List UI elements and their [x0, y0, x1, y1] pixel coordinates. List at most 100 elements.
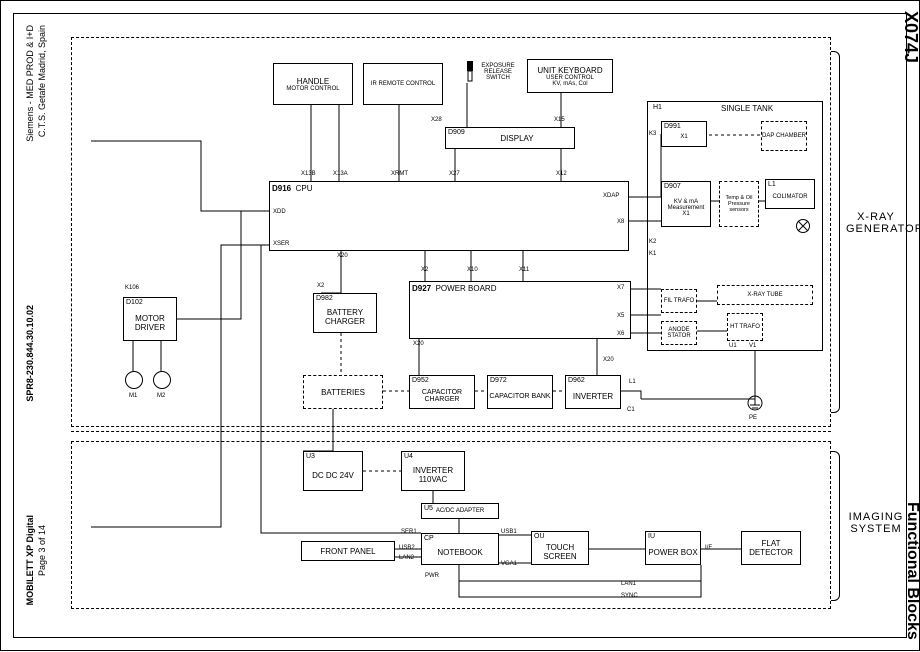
- ht-trafo: HT TRAFO: [727, 313, 763, 341]
- d907: D907 KV & mA MeasurementX1: [661, 181, 711, 227]
- bc-id: D982: [316, 295, 333, 302]
- acdc-name: AC/DC ADAPTER: [436, 508, 484, 514]
- k1: K1: [649, 251, 656, 257]
- ser1: SER1: [401, 529, 417, 535]
- cc-id: D952: [412, 377, 429, 384]
- batteries: BATTERIES: [303, 375, 383, 409]
- acdc: U5AC/DC ADAPTER: [421, 503, 499, 519]
- ir-remote: IR REMOTE CONTROL: [363, 63, 443, 105]
- pb-name: POWER BOARD: [436, 284, 497, 293]
- x28: X28: [431, 117, 442, 123]
- spr: SPR8-230.844.30.10.02: [25, 305, 35, 402]
- x10: X10: [467, 267, 478, 273]
- m2-circle: [153, 371, 171, 389]
- unit-kb-sub: USER CONTROL KV, mAs, Col: [546, 75, 594, 87]
- inv110: U4INVERTER 110VAC: [401, 451, 465, 491]
- inv-name: INVERTER: [573, 392, 613, 401]
- m1: M1: [129, 393, 137, 399]
- location: C.T.S. Getafe Madrid, Spain: [37, 25, 47, 137]
- c1: C1: [627, 407, 635, 413]
- handle-sub: MOTOR CONTROL: [286, 86, 339, 92]
- lan2: LAN2: [399, 555, 414, 561]
- colimator: L1 COLIMATOR: [765, 179, 815, 209]
- inv110-id: U4: [404, 453, 413, 460]
- notebook: CPNOTEBOOK: [421, 533, 499, 565]
- pbx-id: IU: [648, 533, 655, 540]
- k2: K2: [649, 239, 656, 245]
- temp-sensors: Temp & Oil Pressure sensors: [719, 181, 759, 227]
- motor-driver: D102 MOTOR DRIVER: [123, 297, 177, 341]
- front-panel: FRONT PANEL: [301, 541, 395, 561]
- single-tank-label: SINGLE TANK: [721, 104, 773, 113]
- plug-icon: [463, 61, 477, 83]
- dcdc: U3DC DC 24V: [303, 451, 363, 491]
- exposure-label: EXPOSURE RELEASE SWITCH: [477, 63, 519, 81]
- lan1: LAN1: [621, 581, 636, 587]
- m2: M2: [157, 393, 165, 399]
- page: Page 3 of 14: [37, 525, 47, 576]
- nb-name: NOTEBOOK: [437, 548, 482, 557]
- d907-id: D907: [664, 183, 681, 190]
- x13b: X13B: [301, 171, 316, 177]
- usb1: USB1: [501, 529, 517, 535]
- lamp-x: [796, 219, 810, 233]
- l1-id: L1: [768, 181, 776, 188]
- xray-tube: X-RAY TUBE: [717, 285, 813, 305]
- dcdc-name: DC DC 24V: [312, 471, 354, 480]
- x20c: X20: [603, 357, 614, 363]
- anode-stator: ANODE STATOR: [661, 321, 697, 345]
- colimator-label: COLIMATOR: [772, 194, 807, 200]
- x7: X7: [617, 285, 624, 291]
- x2b: X2: [317, 283, 324, 289]
- cap-charger: D952 CAPACITOR CHARGER: [409, 375, 475, 409]
- x27: X27: [449, 171, 460, 177]
- company: Siemens - MED PROD & I+D: [25, 25, 35, 142]
- md-id: D102: [126, 299, 143, 306]
- model: MOBILETT XP Digital: [25, 515, 35, 605]
- powerbox: IUPOWER BOX: [645, 531, 701, 565]
- d907-name: KV & mA Measurement: [662, 199, 710, 211]
- h1: H1: [653, 104, 662, 111]
- cpu: D916 CPU: [269, 181, 629, 251]
- ts-id: OU: [534, 533, 545, 540]
- v1: V1: [749, 343, 756, 349]
- unit-kb-label: UNIT KEYBOARD: [537, 66, 602, 75]
- l1s: L1: [629, 379, 636, 385]
- touch: OUTOUCH SCREEN: [531, 531, 589, 565]
- if: I/F: [705, 545, 712, 551]
- x15: X15: [554, 117, 565, 123]
- cpu-id: D916: [272, 184, 291, 193]
- sync: SYNC: [621, 593, 638, 599]
- d991-x1: X1: [680, 134, 687, 140]
- page: X074J Functional Blocks Siemens - MED PR…: [0, 0, 920, 651]
- display: D909 DISPLAY: [445, 127, 575, 149]
- md-name: MOTOR DRIVER: [124, 314, 176, 332]
- x2a: X2: [421, 267, 428, 273]
- doc-code: X074J: [900, 11, 920, 63]
- ir-remote-label: IR REMOTE CONTROL: [371, 81, 435, 87]
- dap-chamber: DAP CHAMBER: [761, 121, 807, 151]
- k3: K3: [649, 131, 656, 137]
- x5: X5: [617, 313, 624, 319]
- brace-xray: [831, 51, 840, 413]
- doc-meta: Siemens - MED PROD & I+D C.T.S. Getafe M…: [15, 15, 55, 636]
- display-label: DISPLAY: [500, 134, 533, 143]
- inverter: D962INVERTER: [565, 375, 621, 409]
- power-board: D927 POWER BOARD: [409, 281, 631, 339]
- xser: XSER: [273, 241, 289, 247]
- x11: X11: [519, 267, 529, 273]
- x13a: X13A: [333, 171, 348, 177]
- cb-id: D972: [490, 377, 507, 384]
- k106: K106: [125, 285, 139, 291]
- d991-id: D991: [664, 123, 681, 130]
- x20a: X20: [337, 253, 348, 259]
- d991: D991 X1: [661, 121, 707, 147]
- cap-bank: D972CAPACITOR BANK: [487, 375, 553, 409]
- cc-name: CAPACITOR CHARGER: [410, 389, 474, 403]
- region-imaging: IMAGING SYSTEM: [846, 511, 906, 535]
- battery-charger: D982BATTERY CHARGER: [313, 293, 377, 333]
- brace-imaging: [831, 451, 840, 601]
- d907-x1: X1: [682, 211, 689, 217]
- pwr: PWR: [425, 573, 439, 579]
- display-id: D909: [448, 129, 465, 136]
